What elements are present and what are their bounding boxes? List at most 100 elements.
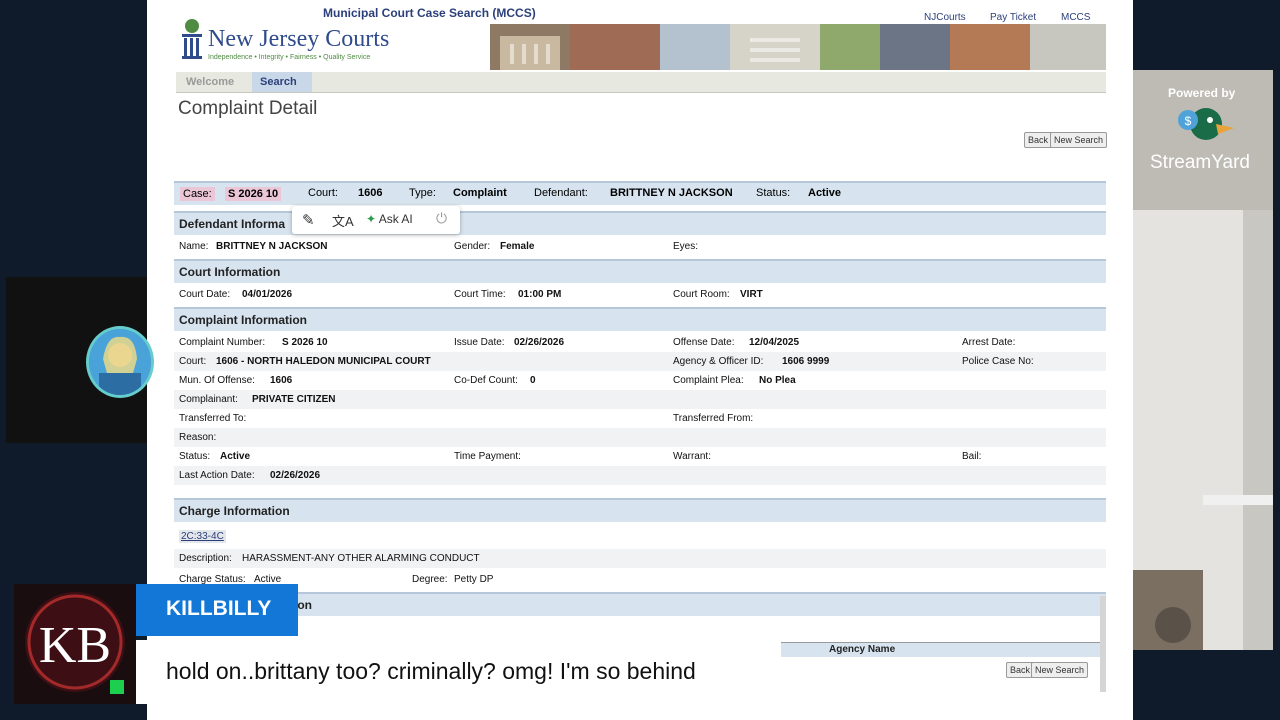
last-action-value: 02/26/2026 — [270, 470, 321, 481]
page-shadow — [1100, 596, 1106, 692]
type-label: Type: — [409, 187, 436, 199]
court-row: Court Date: 04/01/2026 Court Time: 01:00… — [174, 285, 1106, 304]
top-link-njcourts[interactable]: NJCourts — [924, 12, 966, 23]
complaint-plea-value: No Plea — [759, 375, 796, 386]
complaint-row-8: Last Action Date: 02/26/2026 — [174, 466, 1106, 485]
charge-desc-row: Description: HARASSMENT-ANY OTHER ALARMI… — [174, 549, 1106, 568]
section-court-title: Court Information — [179, 265, 281, 279]
charge-statute-row: 2C:33-4C — [174, 528, 1106, 547]
courthouse-banner-image — [490, 24, 1106, 70]
case-summary-bar: Case: S 2026 10 Court: 1606 Type: Compla… — [174, 181, 1106, 205]
arrest-date-label: Arrest Date: — [962, 337, 1016, 348]
defendant-label: Defendant: — [534, 187, 588, 199]
court-date-label: Court Date: — [179, 289, 231, 300]
court-date-value: 04/01/2026 — [242, 289, 293, 300]
logo-subtitle: Independence • Integrity • Fairness • Qu… — [208, 54, 371, 61]
section-partial: ion — [174, 592, 1106, 616]
back-button-bottom[interactable]: Back — [1006, 662, 1035, 678]
court-time-label: Court Time: — [454, 289, 506, 300]
section-charge-title: Charge Information — [179, 504, 290, 518]
chat-message: hold on..brittany too? criminally? omg! … — [166, 658, 696, 684]
gender-label: Gender: — [454, 241, 491, 252]
complaint-row-7: Status: Active Time Payment: Warrant: Ba… — [174, 447, 1106, 466]
complainant-label: Complainant: — [179, 394, 238, 405]
codef-count-value: 0 — [530, 375, 536, 386]
charge-desc-value: HARASSMENT-ANY OTHER ALARMING CONDUCT — [242, 553, 480, 564]
court-time-value: 01:00 PM — [518, 289, 562, 300]
complainant-value: PRIVATE CITIZEN — [252, 394, 336, 405]
bail-label: Bail: — [962, 451, 982, 462]
agency-officer-value: 1606 9999 — [782, 356, 830, 367]
type-value: Complaint — [453, 187, 507, 199]
killbilly-logo: KB — [14, 584, 136, 704]
case-value: S 2026 10 — [225, 187, 282, 201]
court-room-label: Court Room: — [673, 289, 730, 300]
svg-text:KB: KB — [39, 617, 111, 674]
agency-officer-label: Agency & Officer ID: — [673, 356, 764, 367]
complaint-row-1: Complaint Number: S 2026 10 Issue Date: … — [174, 333, 1106, 352]
complaint-court-value: 1606 - NORTH HALEDON MUNICIPAL COURT — [216, 356, 431, 367]
nj-courts-logo-icon — [180, 16, 206, 64]
mun-offense-value: 1606 — [270, 375, 293, 386]
top-link-pay-ticket[interactable]: Pay Ticket — [990, 12, 1036, 23]
section-complaint: Complaint Information — [174, 307, 1106, 331]
charge-desc-label: Description: — [179, 553, 232, 564]
back-button[interactable]: Back — [1024, 132, 1053, 148]
gender-value: Female — [500, 241, 535, 252]
agency-name-header: Agency Name — [829, 644, 896, 655]
complaint-number-value: S 2026 10 — [282, 337, 328, 348]
complaint-row-3: Mun. Of Offense: 1606 Co-Def Count: 0 Co… — [174, 371, 1106, 390]
complaint-number-label: Complaint Number: — [179, 337, 266, 348]
highlight-pen-icon[interactable]: ✎ — [302, 211, 315, 229]
translate-icon[interactable]: 文A — [332, 211, 354, 230]
warrant-label: Warrant: — [673, 451, 711, 462]
powered-by-label: Powered by — [1168, 86, 1236, 100]
reason-label: Reason: — [179, 432, 217, 443]
tab-search[interactable]: Search — [252, 72, 312, 92]
defendant-value: BRITTNEY N JACKSON — [610, 187, 733, 199]
transferred-from-label: Transferred From: — [673, 413, 754, 424]
charge-status-row: Charge Status: Active Degree: Petty DP — [174, 570, 1106, 589]
name-label: Name: — [179, 241, 209, 252]
sparkle-icon: ✦ — [366, 212, 377, 226]
streamyard-brand: StreamYard — [1150, 152, 1250, 173]
status-value: Active — [808, 187, 842, 199]
complaint-row-2: Court: 1606 - NORTH HALEDON MUNICIPAL CO… — [174, 352, 1106, 371]
section-defendant-title: Defendant Informa — [179, 217, 286, 231]
logo-title: New Jersey Courts — [208, 26, 390, 52]
court-room-value: VIRT — [740, 289, 763, 300]
defendant-row: Name: BRITTNEY N JACKSON Gender: Female … — [174, 237, 1106, 256]
time-payment-label: Time Payment: — [454, 451, 521, 462]
tab-welcome[interactable]: Welcome — [178, 72, 250, 92]
complaint-row-5: Transferred To: Transferred From: — [174, 409, 1106, 428]
top-link-mccs[interactable]: MCCS — [1061, 12, 1090, 23]
offense-date-label: Offense Date: — [673, 337, 735, 348]
section-complaint-title: Complaint Information — [179, 313, 307, 327]
transferred-to-label: Transferred To: — [179, 413, 247, 424]
section-court: Court Information — [174, 259, 1106, 283]
issue-date-label: Issue Date: — [454, 337, 505, 348]
mun-offense-label: Mun. Of Offense: — [179, 375, 255, 386]
degree-label: Degree: — [412, 574, 448, 585]
complaint-court-label: Court: — [179, 356, 207, 367]
chat-username: KILLBILLY — [166, 597, 272, 620]
complaint-status-label: Status: — [179, 451, 211, 462]
ai-selection-toolbar: ✎ 文A ✦ Ask AI ⏻ — [292, 206, 460, 234]
ask-ai-button[interactable]: ✦ Ask AI — [366, 212, 413, 226]
power-icon[interactable]: ⏻ — [436, 210, 447, 227]
svg-text:$: $ — [1185, 114, 1192, 128]
name-value: BRITTNEY N JACKSON — [216, 241, 328, 252]
streamyard-duck-icon: $ — [1176, 104, 1236, 150]
section-charge: Charge Information — [174, 498, 1106, 522]
complaint-plea-label: Complaint Plea: — [673, 375, 744, 386]
degree-value: Petty DP — [454, 574, 494, 585]
new-search-button-bottom[interactable]: New Search — [1031, 662, 1089, 678]
complaint-status-value: Active — [220, 451, 251, 462]
court-label: Court: — [308, 187, 338, 199]
eyes-label: Eyes: — [673, 241, 699, 252]
case-label: Case: — [180, 187, 215, 201]
charge-statute-link[interactable]: 2C:33-4C — [179, 530, 226, 543]
issue-date-value: 02/26/2026 — [514, 337, 565, 348]
new-search-button[interactable]: New Search — [1050, 132, 1108, 148]
complaint-row-4: Complainant: PRIVATE CITIZEN — [174, 390, 1106, 409]
